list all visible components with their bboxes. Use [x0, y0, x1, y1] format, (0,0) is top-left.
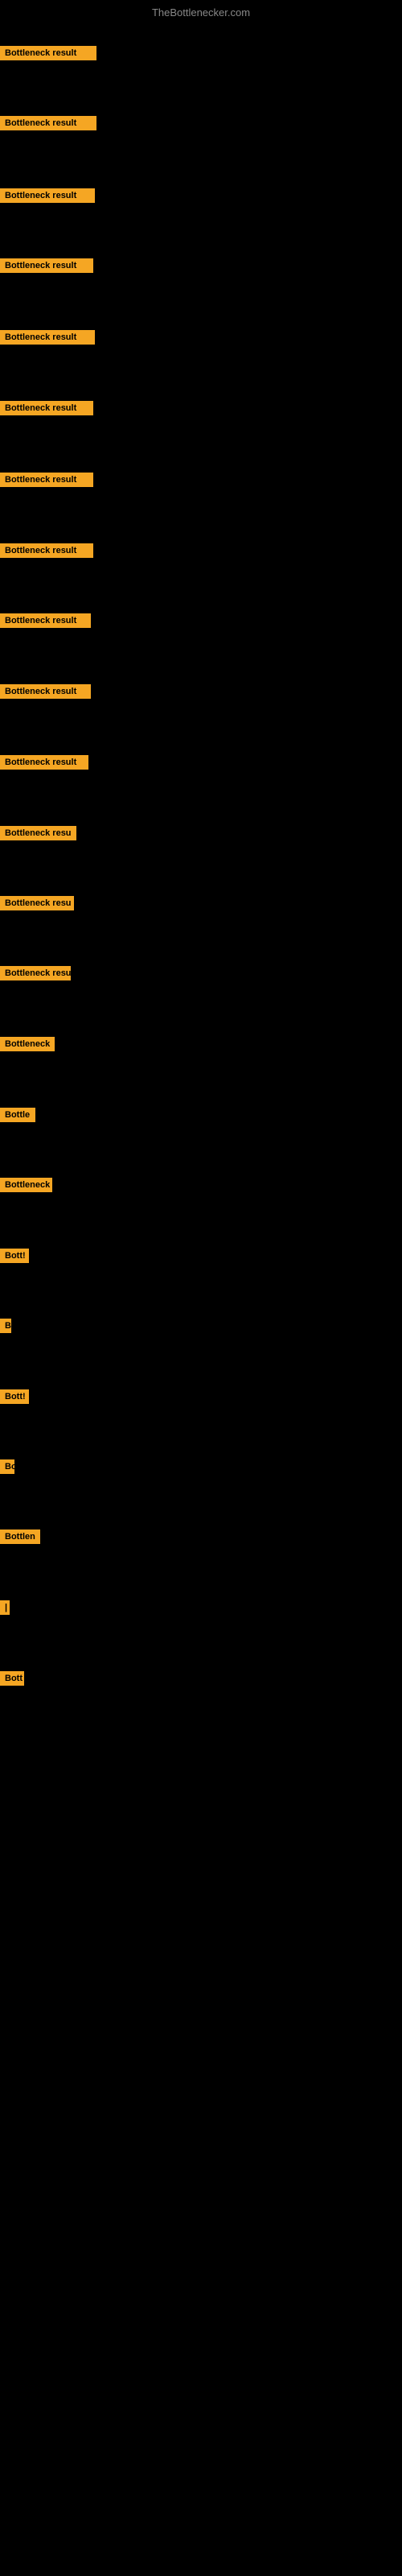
bottleneck-result-label: Bottleneck resu: [0, 966, 71, 980]
bottleneck-result-label: Bott!: [0, 1389, 29, 1404]
site-title: TheBottlenecker.com: [0, 6, 402, 19]
bottleneck-result-label: Bottleneck: [0, 1178, 52, 1192]
bottleneck-result-label: Bottleneck result: [0, 116, 96, 130]
bottleneck-result-label: Bottleneck result: [0, 46, 96, 60]
bottleneck-result-label: |: [0, 1600, 10, 1615]
bottleneck-result-label: Bottleneck result: [0, 543, 93, 558]
bottleneck-result-label: Bottle: [0, 1108, 35, 1122]
bottleneck-result-label: Bottleneck result: [0, 188, 95, 203]
bottleneck-result-label: Bottleneck result: [0, 755, 88, 770]
bottleneck-result-label: Bott: [0, 1671, 24, 1686]
bottleneck-result-label: Bottleneck result: [0, 684, 91, 699]
bottleneck-result-label: Bott!: [0, 1249, 29, 1263]
bottleneck-result-label: Bottleneck result: [0, 473, 93, 487]
bottleneck-result-label: Bottleneck result: [0, 401, 93, 415]
bottleneck-result-label: Bo: [0, 1459, 14, 1474]
bottleneck-result-label: B: [0, 1319, 11, 1333]
bottleneck-result-label: Bottleneck: [0, 1037, 55, 1051]
bottleneck-result-label: Bottleneck result: [0, 330, 95, 345]
bottleneck-result-label: Bottleneck result: [0, 258, 93, 273]
bottleneck-result-label: Bottlen: [0, 1530, 40, 1544]
bottleneck-result-label: Bottleneck result: [0, 613, 91, 628]
bottleneck-result-label: Bottleneck resu: [0, 896, 74, 910]
bottleneck-result-label: Bottleneck resu: [0, 826, 76, 840]
